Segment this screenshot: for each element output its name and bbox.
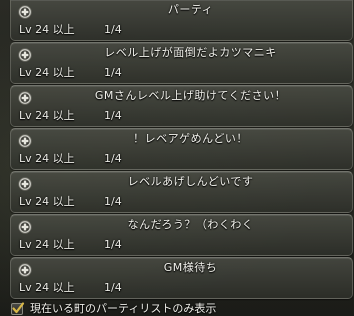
checkmark-icon bbox=[12, 302, 25, 314]
party-emblem-icon bbox=[18, 90, 32, 105]
party-title: ！レベアゲめんどい！ bbox=[133, 132, 248, 145]
party-list-window: パーティ Lv 24 以上 1/4 レベル上げが面倒だよカツマニキ Lv 24 … bbox=[0, 0, 354, 316]
party-row[interactable]: GMさんレベル上げ助けてください！ Lv 24 以上 1/4 bbox=[10, 85, 353, 127]
party-member-count: 1/4 bbox=[104, 195, 122, 208]
party-row[interactable]: レベル上げが面倒だよカツマニキ Lv 24 以上 1/4 bbox=[10, 42, 353, 84]
party-title: なんだろう？（わくわく bbox=[127, 218, 254, 231]
party-member-count: 1/4 bbox=[104, 23, 122, 36]
party-level-requirement: Lv 24 以上 bbox=[19, 195, 75, 208]
party-member-count: 1/4 bbox=[104, 66, 122, 79]
party-row[interactable]: パーティ Lv 24 以上 1/4 bbox=[10, 0, 353, 41]
party-title: GMさんレベル上げ助けてください！ bbox=[94, 89, 287, 102]
party-member-count: 1/4 bbox=[104, 281, 122, 294]
party-row[interactable]: GM様待ち Lv 24 以上 1/4 bbox=[10, 257, 353, 299]
party-row[interactable]: なんだろう？（わくわく Lv 24 以上 1/4 bbox=[10, 214, 353, 256]
party-level-requirement: Lv 24 以上 bbox=[19, 281, 75, 294]
party-emblem-icon bbox=[18, 47, 32, 62]
party-emblem-icon bbox=[18, 176, 32, 191]
party-member-count: 1/4 bbox=[104, 152, 122, 165]
town-only-filter[interactable]: 現在いる町のパーティリストのみ表示 bbox=[11, 302, 216, 316]
party-row[interactable]: ！レベアゲめんどい！ Lv 24 以上 1/4 bbox=[10, 128, 353, 170]
party-level-requirement: Lv 24 以上 bbox=[19, 152, 75, 165]
town-only-checkbox[interactable] bbox=[11, 302, 25, 315]
party-member-count: 1/4 bbox=[104, 238, 122, 251]
party-row[interactable]: レベルあげしんどいです Lv 24 以上 1/4 bbox=[10, 171, 353, 213]
party-title: レベル上げが面倒だよカツマニキ bbox=[104, 46, 277, 59]
party-title: レベルあげしんどいです bbox=[127, 175, 254, 188]
party-level-requirement: Lv 24 以上 bbox=[19, 66, 75, 79]
party-emblem-icon bbox=[18, 219, 32, 234]
party-member-count: 1/4 bbox=[104, 109, 122, 122]
town-only-filter-label: 現在いる町のパーティリストのみ表示 bbox=[30, 302, 217, 315]
party-emblem-icon bbox=[18, 262, 32, 277]
party-level-requirement: Lv 24 以上 bbox=[19, 23, 75, 36]
party-level-requirement: Lv 24 以上 bbox=[19, 238, 75, 251]
party-list: パーティ Lv 24 以上 1/4 レベル上げが面倒だよカツマニキ Lv 24 … bbox=[10, 0, 353, 300]
party-emblem-icon bbox=[18, 4, 32, 19]
party-level-requirement: Lv 24 以上 bbox=[19, 109, 75, 122]
party-title: パーティ bbox=[167, 3, 214, 16]
party-emblem-icon bbox=[18, 133, 32, 148]
party-title: GM様待ち bbox=[163, 261, 218, 274]
